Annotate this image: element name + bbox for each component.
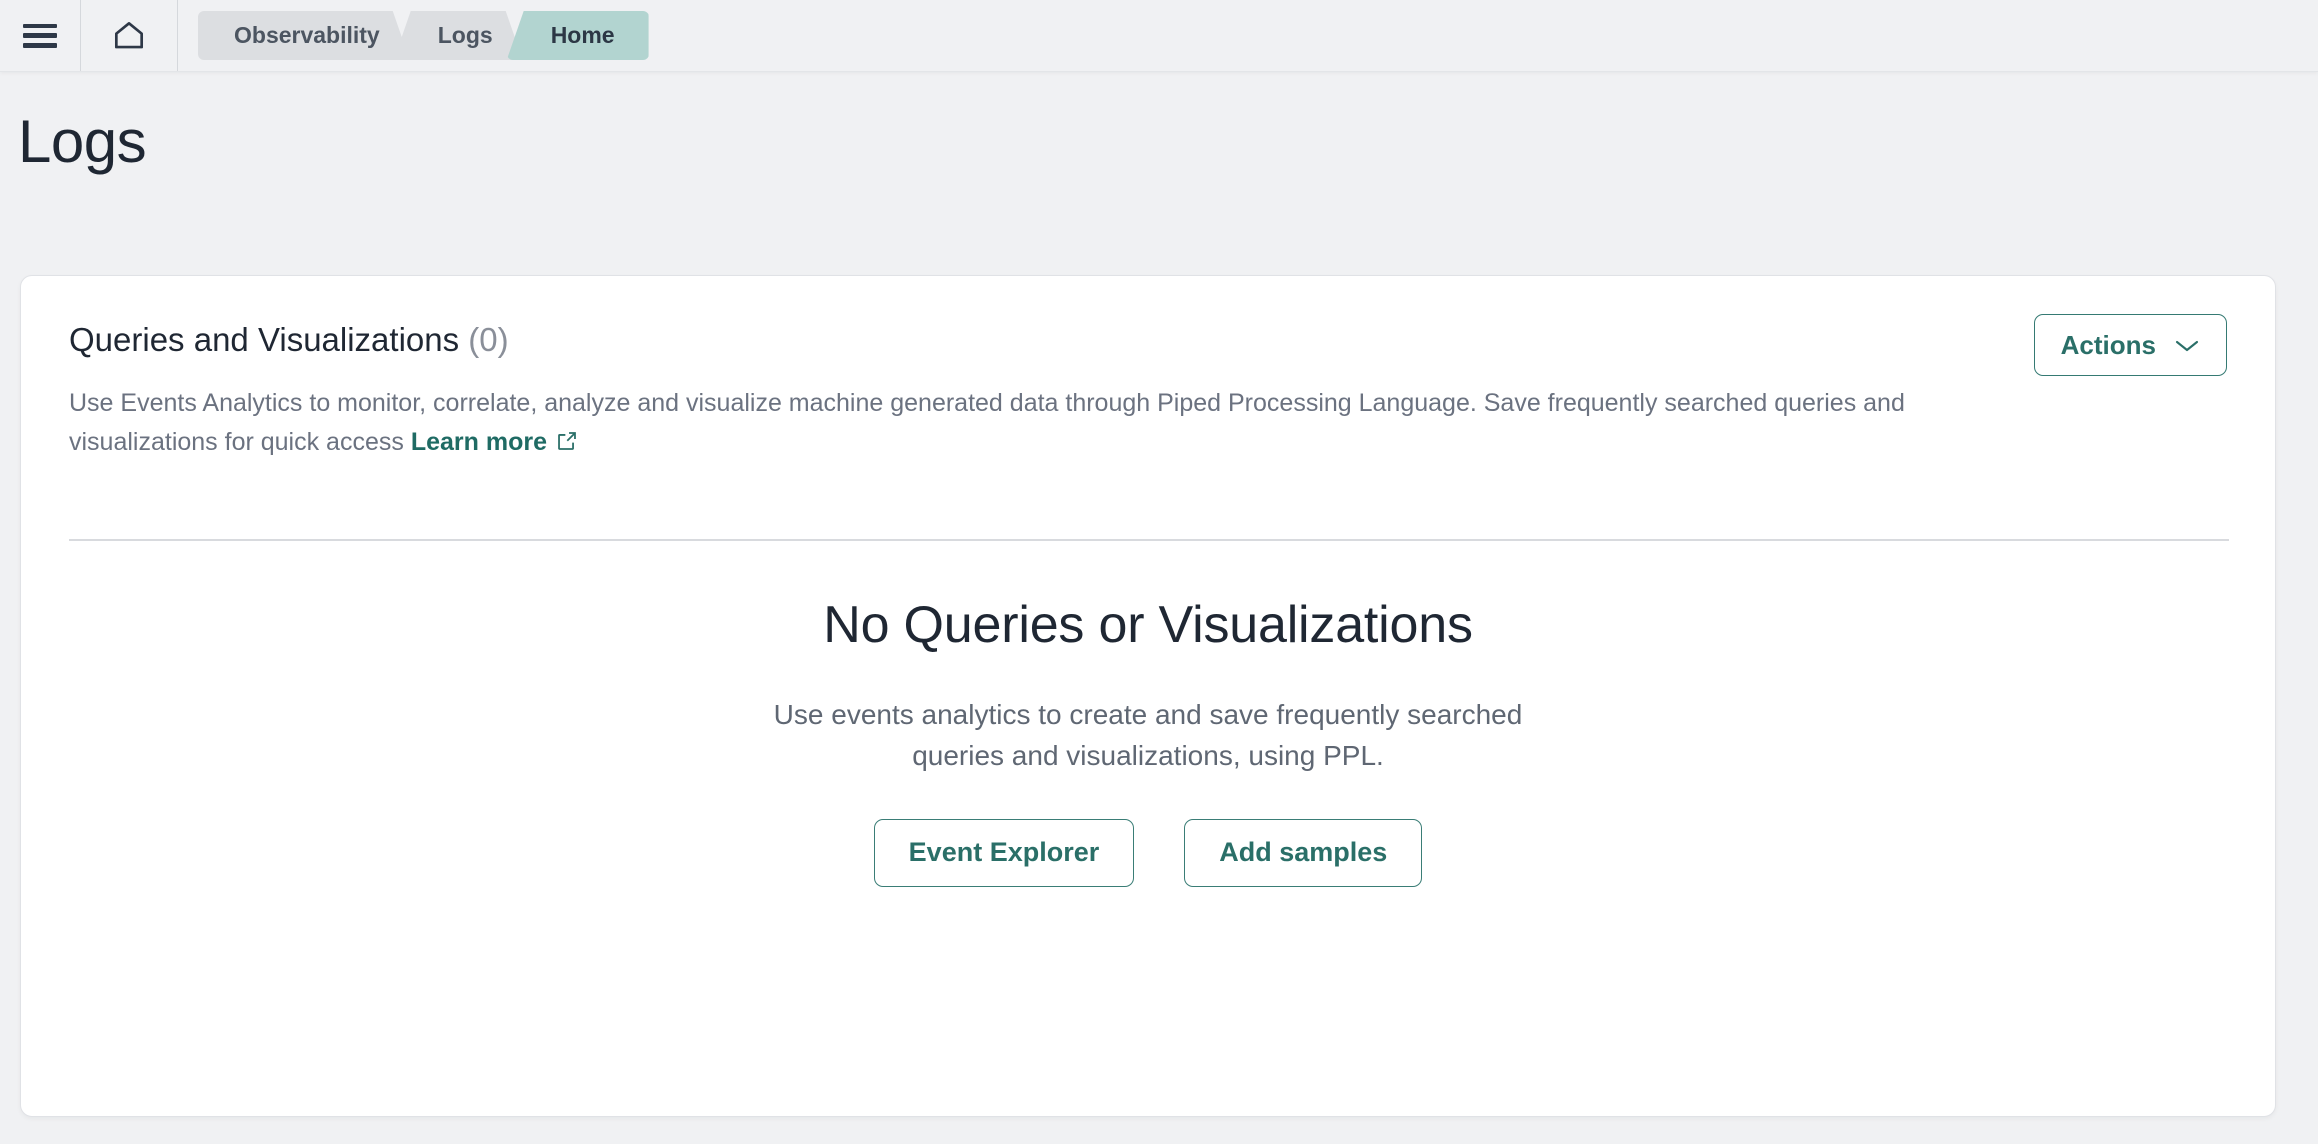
breadcrumb-item-logs[interactable]: Logs	[394, 11, 523, 60]
breadcrumb-item-home[interactable]: Home	[506, 11, 649, 60]
app-page: Observability Logs Home Logs Queries and…	[0, 0, 2318, 1144]
actions-button[interactable]: Actions	[2033, 314, 2227, 376]
panel-title: Queries and Visualizations (0)	[69, 320, 2223, 360]
panel-item-count: (0)	[468, 321, 509, 358]
panel-divider	[69, 539, 2229, 541]
panel-header: Queries and Visualizations (0) Use Event…	[21, 276, 2275, 465]
top-navigation-bar: Observability Logs Home	[0, 0, 2318, 72]
home-icon	[110, 17, 148, 55]
hamburger-menu-icon	[23, 23, 57, 48]
external-link-icon	[556, 425, 578, 465]
breadcrumb: Observability Logs Home	[178, 0, 649, 71]
empty-state-actions: Event Explorer Add samples	[873, 818, 1423, 887]
learn-more-label: Learn more	[410, 428, 547, 457]
chevron-down-icon	[2174, 330, 2200, 361]
event-explorer-button[interactable]: Event Explorer	[873, 818, 1135, 887]
empty-state: No Queries or Visualizations Use events …	[21, 596, 2275, 887]
queries-visualizations-panel: Queries and Visualizations (0) Use Event…	[20, 275, 2276, 1117]
breadcrumb-item-observability[interactable]: Observability	[198, 11, 410, 60]
actions-button-label: Actions	[2060, 329, 2156, 360]
panel-description: Use Events Analytics to monitor, correla…	[69, 384, 1939, 465]
menu-toggle-button[interactable]	[0, 0, 81, 71]
add-samples-button[interactable]: Add samples	[1184, 818, 1423, 887]
empty-state-body: Use events analytics to create and save …	[773, 698, 1523, 772]
learn-more-link[interactable]: Learn more	[411, 428, 547, 456]
empty-state-title: No Queries or Visualizations	[823, 596, 1473, 654]
panel-title-text: Queries and Visualizations	[69, 321, 460, 358]
breadcrumb-label: Observability	[234, 22, 380, 48]
breadcrumb-label: Logs	[437, 22, 493, 48]
breadcrumb-label: Home	[550, 22, 615, 48]
home-button[interactable]	[81, 0, 178, 71]
panel-description-text: Use Events Analytics to monitor, correla…	[69, 388, 1905, 457]
page-title: Logs	[18, 108, 147, 175]
